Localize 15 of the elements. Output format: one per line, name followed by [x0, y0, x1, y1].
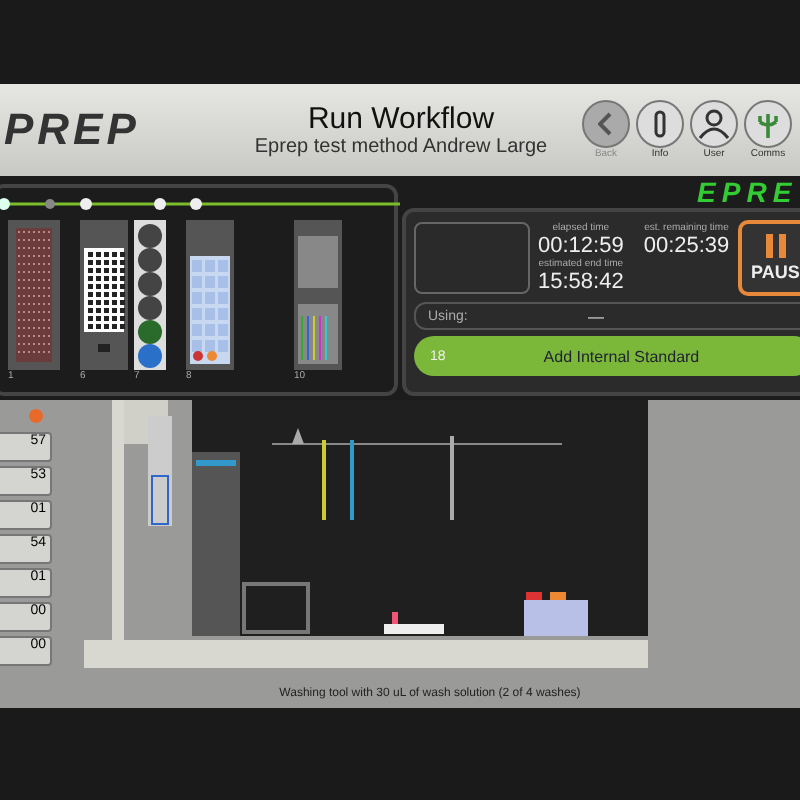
using-value: —: [588, 307, 604, 325]
pause-button[interactable]: PAUS: [737, 220, 800, 296]
step-name: Add Internal Standard: [541, 347, 702, 365]
logo: PREP: [4, 104, 142, 156]
timer-value: 15:58:42: [538, 270, 624, 294]
back-icon: [598, 112, 614, 136]
info-icon: [654, 110, 666, 138]
logo: EPRE: [697, 176, 800, 208]
method-name: Eprep test method Andrew Large: [254, 136, 548, 158]
window-title: Run Workflow: [307, 102, 495, 136]
timer-value: 00:25:39: [643, 234, 730, 258]
stop-button[interactable]: [414, 222, 530, 294]
status-dot-icon: [28, 408, 44, 424]
timer-value: 00:12:59: [538, 234, 624, 258]
pause-icon: [765, 234, 786, 258]
